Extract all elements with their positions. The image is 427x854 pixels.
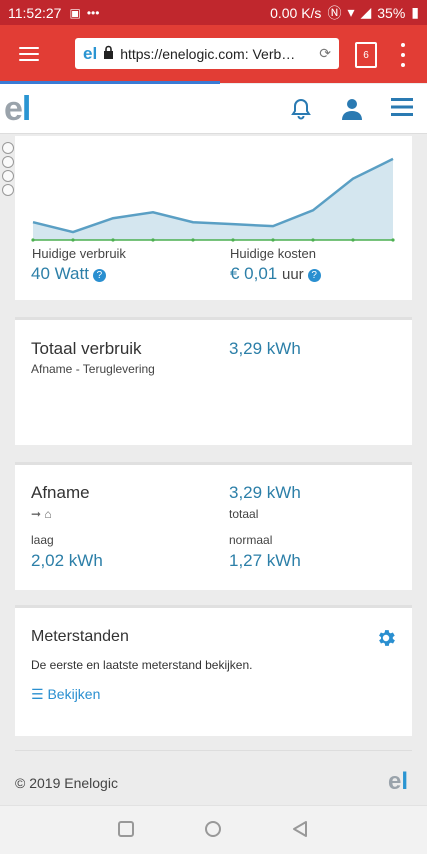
side-handle[interactable] <box>2 142 14 196</box>
browser-menu-button[interactable] <box>0 25 58 83</box>
overflow-menu-icon[interactable] <box>396 43 410 67</box>
current-usage-label: Huidige verbruik <box>32 246 126 261</box>
help-icon[interactable]: ? <box>307 269 321 282</box>
enelogic-logo[interactable]: el <box>4 90 31 129</box>
chart-baseline-point <box>271 238 275 242</box>
tab-switcher-button[interactable]: 6 <box>355 42 377 68</box>
chart-baseline-point <box>191 238 195 242</box>
nfc-icon: Ⓝ <box>327 4 342 21</box>
meter-readings-title: Meterstanden <box>31 628 129 645</box>
afname-low-value: 2,02 kWh <box>31 551 103 570</box>
afname-normal-label: normaal <box>229 533 273 547</box>
afname-total-label: totaal <box>229 507 259 521</box>
chart-baseline-point <box>151 238 155 242</box>
network-speed: 0.00 K/s <box>270 4 322 21</box>
list-icon: ☰ <box>31 686 44 702</box>
user-icon[interactable] <box>341 97 363 126</box>
reload-icon[interactable]: ⟳ <box>319 45 331 62</box>
arrow-home-icon: ➞ ⌂ <box>31 507 52 521</box>
bell-icon[interactable] <box>289 97 313 126</box>
afname-card: Afname ➞ ⌂ 3,29 kWh totaal laag 2,02 kWh… <box>15 462 412 590</box>
lock-icon <box>103 45 114 62</box>
chart-baseline-point <box>31 238 35 242</box>
status-bar: 11:52:27 ▣ ••• 0.00 K/s Ⓝ ▾ ◢ 35% ▮ <box>0 0 427 25</box>
chart-baseline-point <box>71 238 75 242</box>
url-bar[interactable]: el https://enelogic.com: Verb… ⟳ <box>75 38 339 69</box>
site-favicon: el <box>83 43 98 63</box>
afname-title: Afname <box>31 483 90 502</box>
copyright: © 2019 Enelogic <box>15 775 118 791</box>
signal-icon: ◢ <box>360 4 372 20</box>
url-text: https://enelogic.com: Verb… <box>120 45 296 62</box>
hamburger-icon <box>19 47 39 61</box>
status-time: 11:52:27 <box>8 4 62 21</box>
tab-count: 6 <box>363 49 369 61</box>
chart-baseline-point <box>391 238 395 242</box>
more-notifications-icon: ••• <box>86 5 100 20</box>
back-icon[interactable] <box>291 820 309 843</box>
help-icon[interactable]: ? <box>92 269 106 282</box>
menu-icon[interactable] <box>391 97 413 122</box>
chart-baseline-point <box>311 238 315 242</box>
chart-baseline-point <box>351 238 355 242</box>
afname-low-label: laag <box>31 533 54 547</box>
total-usage-subtitle: Afname - Teruglevering <box>31 362 155 376</box>
battery-icon: ▮ <box>411 4 419 20</box>
afname-normal-value: 1,27 kWh <box>229 551 301 570</box>
meter-readings-description: De eerste en laatste meterstand bekijken… <box>31 658 253 672</box>
usage-chart-card: Huidige verbruik 40 Watt? Huidige kosten… <box>15 136 412 300</box>
total-usage-value: 3,29 kWh <box>229 339 301 358</box>
footer-divider <box>15 750 412 751</box>
usage-chart <box>31 157 395 242</box>
footer-logo: el <box>388 768 409 795</box>
image-notification-icon: ▣ <box>69 5 81 20</box>
chart-baseline-point <box>111 238 115 242</box>
meter-readings-card: Meterstanden De eerste en laatste meters… <box>15 605 412 736</box>
home-icon[interactable] <box>204 820 222 843</box>
current-cost-value: € 0,01 uur? <box>230 264 321 284</box>
chart-baseline-point <box>231 238 235 242</box>
browser-toolbar: el https://enelogic.com: Verb… ⟳ 6 <box>0 25 427 83</box>
current-cost-label: Huidige kosten <box>230 246 316 261</box>
current-usage-value: 40 Watt? <box>31 264 106 284</box>
view-meter-readings-link[interactable]: ☰ Bekijken <box>31 686 100 703</box>
total-usage-title: Totaal verbruik <box>31 339 142 358</box>
total-usage-card: Totaal verbruik 3,29 kWh Afname - Terugl… <box>15 317 412 445</box>
system-navigation-bar <box>0 805 427 854</box>
wifi-icon: ▾ <box>347 4 355 20</box>
afname-total-value: 3,29 kWh <box>229 483 301 502</box>
app-header: el <box>0 84 427 134</box>
gear-icon[interactable] <box>375 627 397 654</box>
recents-icon[interactable] <box>117 820 135 843</box>
battery-level: 35% <box>377 4 406 21</box>
